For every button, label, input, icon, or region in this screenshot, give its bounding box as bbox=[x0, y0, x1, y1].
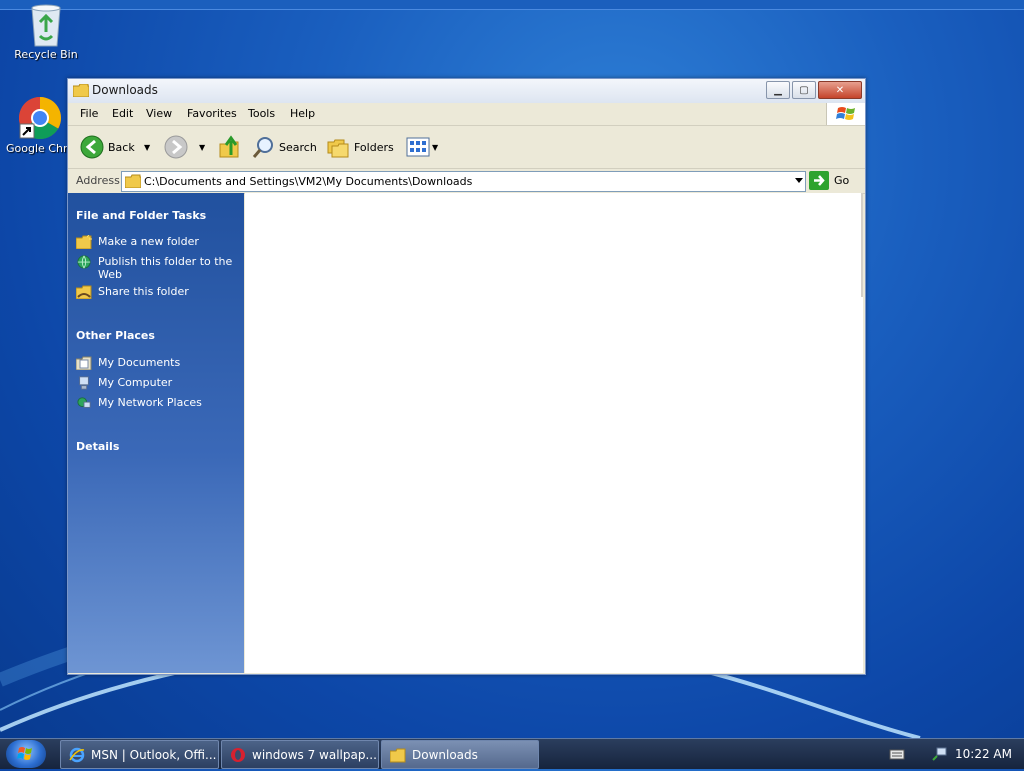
task-pane: File and Folder Tasks Make a new folder … bbox=[68, 193, 244, 673]
minimize-button[interactable]: ▁ bbox=[766, 81, 790, 99]
file-folder-tasks-heading[interactable]: File and Folder Tasks bbox=[76, 209, 206, 222]
taskbar-item-label: MSN | Outlook, Offi... bbox=[91, 747, 217, 762]
scrollbar[interactable] bbox=[861, 193, 863, 297]
folder-icon bbox=[125, 174, 141, 188]
up-folder-button[interactable] bbox=[217, 126, 241, 168]
task-label: Make a new folder bbox=[98, 235, 199, 248]
menu-file[interactable]: File bbox=[80, 107, 98, 120]
go-button[interactable]: Go bbox=[809, 171, 849, 190]
search-button[interactable]: Search bbox=[251, 126, 317, 168]
chevron-down-icon: ▼ bbox=[144, 142, 151, 152]
views-icon bbox=[406, 137, 430, 157]
window-title: Downloads bbox=[92, 83, 158, 97]
place-my-network-places[interactable]: My Network Places bbox=[76, 396, 241, 410]
network-places-icon bbox=[77, 397, 91, 408]
forward-button[interactable] bbox=[164, 126, 188, 168]
up-folder-icon bbox=[219, 135, 239, 158]
place-my-documents[interactable]: My Documents bbox=[76, 356, 241, 370]
chevron-down-icon: ▼ bbox=[432, 142, 439, 152]
recycle-bin-icon bbox=[24, 2, 68, 47]
back-arrow-icon bbox=[80, 135, 104, 159]
place-label: My Network Places bbox=[98, 396, 202, 409]
maximize-icon: ▢ bbox=[799, 84, 809, 96]
menu-help[interactable]: Help bbox=[290, 107, 315, 120]
other-places-heading[interactable]: Other Places bbox=[76, 329, 155, 342]
menu-view[interactable]: View bbox=[146, 107, 172, 120]
folder-content-area[interactable] bbox=[245, 193, 863, 673]
menu-bar: File Edit View Favorites Tools Help bbox=[68, 103, 865, 126]
address-bar: Address C:\Documents and Settings\VM2\My… bbox=[68, 169, 865, 194]
task-publish-to-web[interactable]: Publish this folder to the Web bbox=[76, 255, 241, 281]
chrome-icon bbox=[18, 96, 62, 140]
menu-favorites[interactable]: Favorites bbox=[187, 107, 237, 120]
place-label: My Documents bbox=[98, 356, 181, 369]
window-titlebar[interactable]: Downloads ▁ ▢ ✕ bbox=[68, 79, 865, 104]
share-folder-icon bbox=[76, 285, 92, 299]
explorer-window: Downloads ▁ ▢ ✕ File Edit View Favorites… bbox=[67, 78, 866, 675]
address-dropdown-icon[interactable] bbox=[795, 178, 803, 183]
folder-icon bbox=[72, 83, 90, 100]
back-dropdown[interactable]: ▼ bbox=[144, 126, 150, 168]
chevron-down-icon: ▼ bbox=[199, 142, 206, 152]
go-label: Go bbox=[834, 174, 850, 187]
back-button[interactable]: Back bbox=[80, 126, 135, 168]
address-label: Address bbox=[76, 174, 120, 187]
task-label: Publish this folder to the Web bbox=[98, 255, 233, 281]
taskbar-item-windows-7-wallpaper[interactable]: windows 7 wallpap... bbox=[221, 740, 379, 769]
standard-toolbar: Back ▼ ▼ Search Folders ▼ bbox=[68, 126, 865, 169]
windows-start-icon bbox=[17, 747, 32, 760]
my-documents-icon bbox=[76, 356, 92, 370]
new-folder-icon bbox=[76, 235, 92, 249]
desktop-icon-label: Recycle Bin bbox=[14, 48, 78, 61]
address-path: C:\Documents and Settings\VM2\My Documen… bbox=[144, 175, 473, 188]
keyboard-icon[interactable] bbox=[889, 748, 905, 760]
task-label: Share this folder bbox=[98, 285, 189, 298]
taskbar-item-msn[interactable]: MSN | Outlook, Offi... bbox=[60, 740, 219, 769]
place-my-computer[interactable]: My Computer bbox=[76, 376, 241, 390]
folders-icon bbox=[327, 139, 349, 158]
close-icon: ✕ bbox=[835, 84, 845, 96]
close-button[interactable]: ✕ bbox=[818, 81, 862, 99]
clock[interactable]: 10:22 AM bbox=[955, 747, 1012, 761]
menu-edit[interactable]: Edit bbox=[112, 107, 133, 120]
system-tray: 10:22 AM bbox=[889, 739, 1024, 769]
views-button[interactable]: ▼ bbox=[406, 126, 438, 168]
task-share-folder[interactable]: Share this folder bbox=[76, 285, 241, 299]
start-button[interactable] bbox=[6, 740, 46, 768]
folder-icon bbox=[390, 748, 406, 762]
search-label: Search bbox=[279, 140, 317, 154]
taskbar: MSN | Outlook, Offi... windows 7 wallpap… bbox=[0, 738, 1024, 769]
maximize-button[interactable]: ▢ bbox=[792, 81, 816, 99]
back-label: Back bbox=[108, 140, 135, 154]
minimize-icon: ▁ bbox=[774, 84, 782, 96]
forward-dropdown[interactable]: ▼ bbox=[199, 126, 205, 168]
windows-logo-icon bbox=[826, 103, 865, 125]
search-icon bbox=[252, 137, 273, 158]
folders-button[interactable]: Folders bbox=[326, 126, 394, 168]
forward-arrow-icon bbox=[164, 135, 188, 159]
task-make-new-folder[interactable]: Make a new folder bbox=[76, 235, 241, 249]
address-input[interactable]: C:\Documents and Settings\VM2\My Documen… bbox=[121, 171, 806, 192]
taskbar-item-downloads[interactable]: Downloads bbox=[381, 740, 539, 769]
menu-tools[interactable]: Tools bbox=[248, 107, 275, 120]
details-heading[interactable]: Details bbox=[76, 440, 119, 453]
taskbar-item-label: Downloads bbox=[412, 747, 478, 762]
my-computer-icon bbox=[79, 376, 89, 390]
go-arrow-icon bbox=[809, 171, 829, 190]
desktop-top-strip bbox=[0, 0, 1024, 10]
place-label: My Computer bbox=[98, 376, 173, 389]
globe-icon bbox=[77, 255, 91, 269]
taskbar-item-label: windows 7 wallpap... bbox=[252, 747, 377, 762]
desktop-icon-recycle-bin[interactable]: Recycle Bin bbox=[6, 2, 86, 61]
network-icon[interactable] bbox=[931, 746, 947, 762]
folders-label: Folders bbox=[354, 140, 394, 154]
ie-icon bbox=[69, 747, 85, 762]
opera-icon bbox=[231, 747, 245, 762]
